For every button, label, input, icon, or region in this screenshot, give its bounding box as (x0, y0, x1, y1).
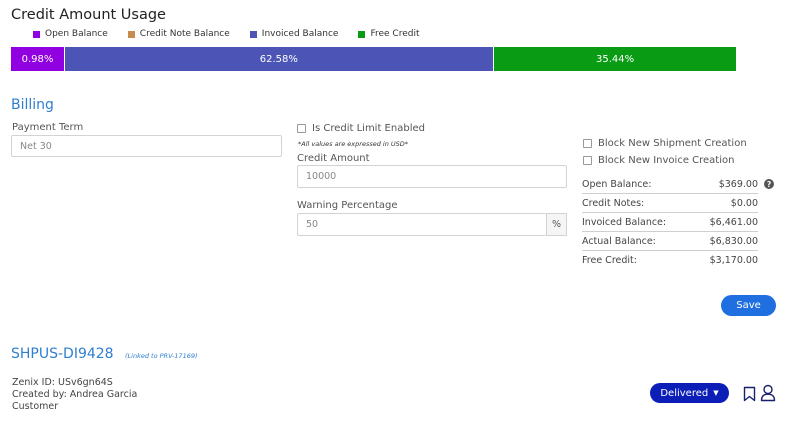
caret-down-icon: ▼ (713, 389, 719, 397)
legend-invoiced-balance: Invoiced Balance (249, 29, 339, 39)
summary-value: $6,830.00 (709, 235, 758, 247)
customer-role: Customer (12, 401, 59, 412)
summary-label: Free Credit: (582, 255, 637, 266)
credit-amount-input[interactable]: 10000 (297, 165, 567, 188)
legend-swatch-credit-note (127, 30, 135, 38)
credit-usage-legend: Open Balance Credit Note Balance Invoice… (33, 29, 439, 39)
credit-amount-label: Credit Amount (297, 153, 370, 164)
credit-usage-bar: 0.98% 62.58% 35.44% (11, 47, 796, 71)
summary-value: $6,461.00 (709, 216, 758, 228)
billing-title: Billing (11, 97, 54, 113)
payment-term-value: Net 30 (20, 140, 52, 152)
user-icon-svg (760, 384, 776, 402)
block-invoice-checkbox-row[interactable]: Block New Invoice Creation (583, 155, 734, 166)
payment-term-field[interactable]: Net 30 (11, 135, 282, 157)
summary-row-credit-notes: Credit Notes: $0.00 (582, 194, 758, 213)
warning-percentage-placeholder: 50 (306, 219, 319, 230)
bar-segment-free-credit: 35.44% (493, 47, 737, 71)
summary-label: Actual Balance: (582, 235, 656, 247)
summary-label: Open Balance: (582, 178, 652, 190)
summary-value: $369.00 (718, 178, 758, 190)
block-invoice-label: Block New Invoice Creation (598, 155, 735, 166)
bar-segment-open-balance: 0.98% (11, 47, 65, 71)
block-invoice-checkbox[interactable] (583, 156, 592, 165)
shipment-id-link[interactable]: SHPUS-DI9428 (11, 346, 114, 362)
bar-segment-label: 35.44% (595, 53, 635, 65)
legend-swatch-invoiced (249, 30, 257, 38)
bookmark-icon-svg (743, 386, 755, 402)
legend-free-credit: Free Credit (358, 29, 419, 39)
usd-note: *All values are expressed in USD* (298, 140, 409, 148)
percent-addon: % (546, 213, 567, 236)
legend-credit-note-balance: Credit Note Balance (127, 29, 230, 39)
legend-swatch-free-credit (358, 30, 366, 38)
help-icon[interactable]: ? (764, 179, 774, 189)
zenix-id: Zenix ID: USv6gn64S (12, 377, 113, 388)
summary-row-free-credit: Free Credit: $3,170.00 (582, 251, 758, 270)
legend-label: Credit Note Balance (139, 29, 230, 39)
summary-row-actual-balance: Actual Balance: $6,830.00 (582, 232, 758, 251)
linked-note[interactable]: (Linked to PRV-17169) (125, 352, 198, 360)
block-shipment-checkbox[interactable] (583, 139, 592, 148)
legend-label: Invoiced Balance (261, 29, 339, 39)
bar-segment-label: 62.58% (259, 53, 298, 65)
legend-label: Open Balance (45, 29, 108, 39)
created-by: Created by: Andrea Garcia (12, 389, 138, 400)
summary-label: Invoiced Balance: (582, 216, 667, 228)
save-button[interactable]: Save (721, 295, 776, 316)
bar-segment-label: 0.98% (21, 53, 54, 65)
balance-summary: Open Balance: $369.00 Credit Notes: $0.0… (582, 175, 774, 270)
legend-open-balance: Open Balance (33, 29, 108, 39)
credit-limit-enabled-checkbox-row[interactable]: Is Credit Limit Enabled (297, 123, 425, 134)
credit-limit-enabled-label: Is Credit Limit Enabled (312, 123, 425, 134)
bar-segment-invoiced-balance: 62.58% (65, 47, 494, 71)
warning-percentage-input[interactable]: 50 (297, 213, 546, 236)
summary-row-open-balance: Open Balance: $369.00 (582, 175, 758, 194)
credit-usage-title: Credit Amount Usage (11, 7, 166, 23)
summary-value: $3,170.00 (709, 255, 758, 266)
credit-amount-placeholder: 10000 (306, 171, 337, 182)
block-shipment-checkbox-row[interactable]: Block New Shipment Creation (583, 138, 747, 149)
status-label: Delivered (660, 387, 709, 399)
summary-row-invoiced-balance: Invoiced Balance: $6,461.00 (582, 213, 758, 232)
bookmark-icon[interactable] (741, 385, 757, 403)
user-icon[interactable] (760, 384, 776, 402)
credit-limit-enabled-checkbox[interactable] (297, 124, 306, 133)
legend-swatch-open-balance (33, 30, 40, 38)
payment-term-label: Payment Term (12, 122, 84, 133)
legend-label: Free Credit (370, 29, 420, 39)
summary-value: $0.00 (730, 197, 758, 209)
block-shipment-label: Block New Shipment Creation (598, 138, 747, 149)
status-dropdown-button[interactable]: Delivered ▼ (650, 383, 729, 403)
warning-percentage-label: Warning Percentage (297, 200, 398, 211)
summary-label: Credit Notes: (582, 197, 645, 209)
